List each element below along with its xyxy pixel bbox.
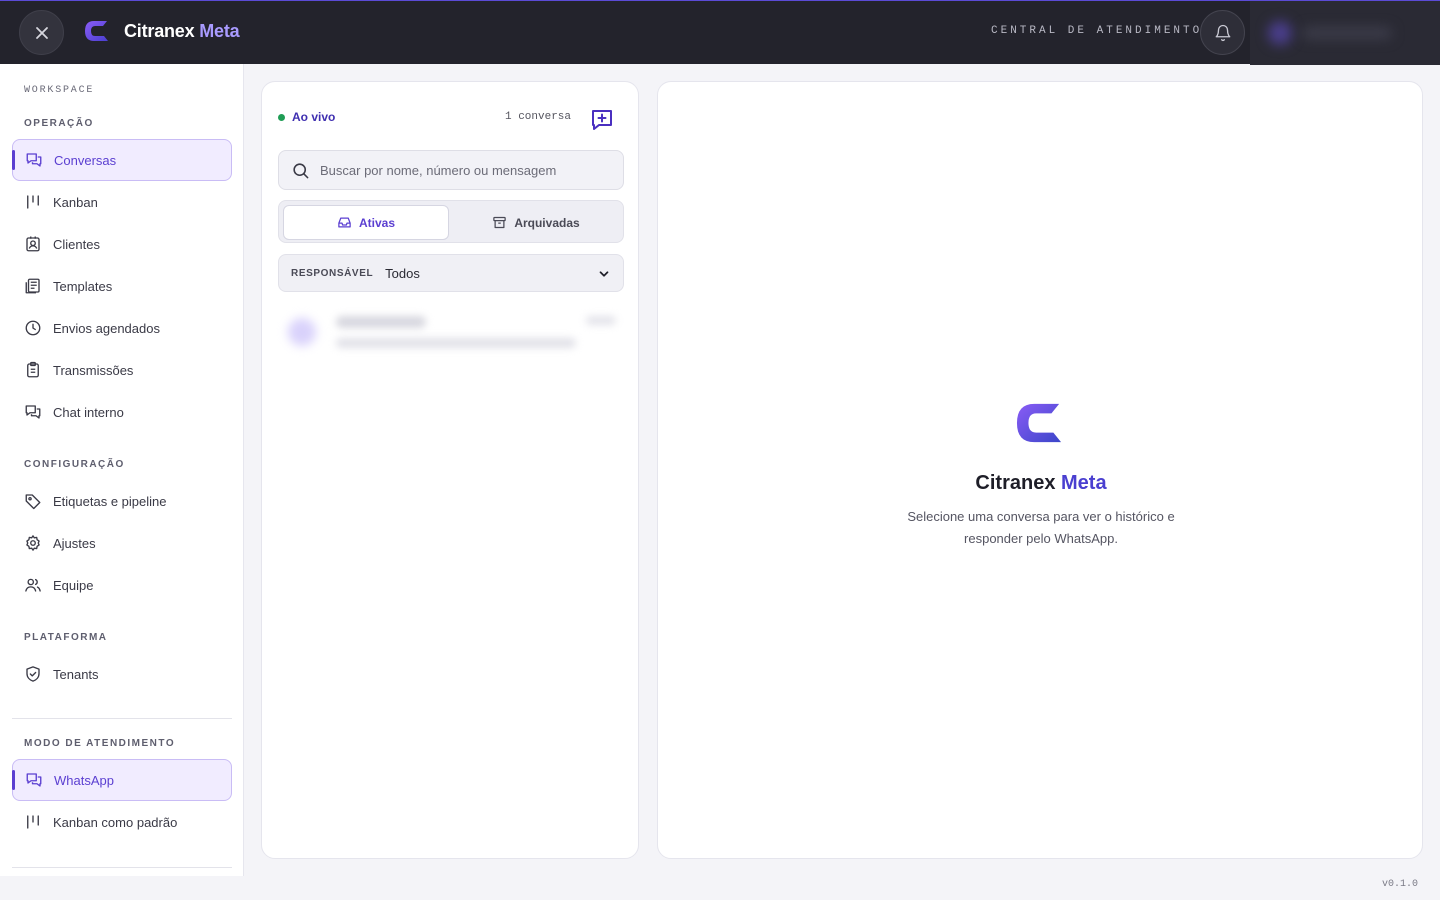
clock-icon	[25, 320, 41, 336]
section-label-operacao: OPERAÇÃO	[24, 118, 94, 129]
bell-icon	[1215, 24, 1230, 41]
conversation-name-blurred	[336, 316, 426, 328]
list-item[interactable]	[278, 308, 624, 364]
workspace-label: WORKSPACE	[24, 85, 95, 96]
brand-logo-icon	[85, 21, 108, 41]
sidebar-item-label: Clientes	[53, 236, 100, 252]
sidebar-item-clientes[interactable]: Clientes	[12, 223, 232, 265]
sidebar-divider	[12, 867, 232, 868]
kanban-icon	[27, 815, 39, 829]
brand: Citranex Meta	[83, 19, 240, 43]
new-message-icon	[592, 110, 612, 130]
sidebar-item-label: Conversas	[54, 152, 117, 168]
sidebar-item-kanban[interactable]: Kanban	[12, 181, 232, 223]
sidebar-item-equipe[interactable]: Equipe	[12, 564, 232, 606]
sidebar-item-ajustes[interactable]: Ajustes	[12, 522, 232, 564]
tab-arquivadas[interactable]: Arquivadas	[453, 205, 619, 240]
conversation-preview-blurred	[336, 338, 576, 348]
user-name-blurred	[1302, 27, 1392, 39]
conversation-time-blurred	[586, 316, 616, 325]
search-icon	[293, 162, 309, 178]
section-label-modo-atendimento: MODO DE ATENDIMENTO	[24, 738, 176, 749]
sidebar-item-conversas[interactable]: Conversas	[12, 139, 232, 181]
sidebar-item-label: Transmissões	[53, 362, 134, 378]
notifications-button[interactable]	[1200, 10, 1245, 55]
avatar	[288, 318, 316, 346]
sidebar-item-label: Ajustes	[53, 535, 96, 551]
close-button[interactable]	[19, 10, 64, 55]
live-indicator: Ao vivo	[278, 110, 335, 124]
conversation-detail-panel: Citranex Meta Selecione uma conversa par…	[657, 81, 1423, 859]
conversation-tabs: Ativas Arquivadas	[278, 200, 624, 243]
brand-logo-icon	[1016, 403, 1062, 443]
kanban-icon	[27, 195, 39, 209]
sidebar-item-tenants[interactable]: Tenants	[12, 653, 232, 695]
sidebar-item-label: Etiquetas e pipeline	[53, 493, 167, 509]
user-profile-menu[interactable]	[1250, 1, 1440, 65]
section-label-configuracao: CONFIGURAÇÃO	[24, 459, 125, 470]
conversation-count: 1 conversa	[505, 111, 572, 123]
contact-icon	[26, 236, 40, 252]
inbox-icon	[338, 217, 351, 228]
sidebar-item-label: Tenants	[53, 666, 99, 682]
chat-icon	[26, 773, 42, 787]
gear-icon	[26, 535, 40, 551]
live-label: Ao vivo	[292, 110, 336, 124]
chat-icon	[26, 153, 42, 167]
top-bar: Citranex Meta CENTRAL DE ATENDIMENTO	[0, 0, 1440, 65]
sidebar-item-label: WhatsApp	[54, 772, 114, 788]
conversation-list-panel: Ao vivo 1 conversa Ativas Arquivadas RES…	[261, 81, 639, 859]
brand-main-text: Citranex	[124, 20, 195, 41]
responsavel-label: RESPONSÁVEL	[291, 267, 374, 279]
tab-label: Ativas	[358, 215, 396, 230]
search-bar	[278, 150, 624, 190]
responsavel-value: Todos	[385, 265, 420, 281]
sidebar-item-envios-agendados[interactable]: Envios agendados	[12, 307, 232, 349]
search-input[interactable]	[320, 162, 610, 178]
tab-ativas[interactable]: Ativas	[283, 205, 449, 240]
responsavel-filter[interactable]: RESPONSÁVEL Todos	[278, 254, 624, 292]
sidebar-item-transmissoes[interactable]: Transmissões	[12, 349, 232, 391]
clipboard-icon	[27, 361, 39, 378]
sidebar-item-label: Envios agendados	[53, 320, 160, 336]
new-conversation-button[interactable]	[590, 108, 614, 132]
shield-icon	[26, 666, 40, 682]
section-label-plataforma: PLATAFORMA	[24, 632, 108, 643]
chevron-down-icon	[599, 271, 609, 277]
sidebar: WORKSPACE OPERAÇÃO Conversas Kanban Clie…	[0, 64, 244, 876]
empty-state-description: Selecione uma conversa para ver o histór…	[907, 509, 1175, 546]
tag-icon	[25, 494, 41, 510]
sidebar-item-label: Equipe	[53, 577, 94, 593]
empty-title-main: Citranex	[975, 472, 1056, 494]
empty-state-title: Citranex Meta	[658, 472, 1424, 495]
sidebar-item-whatsapp[interactable]: WhatsApp	[12, 759, 232, 801]
live-dot	[278, 113, 285, 121]
chat-icon	[25, 405, 41, 419]
close-icon	[35, 26, 48, 39]
version-label: v0.1.0	[1382, 879, 1419, 890]
empty-title-accent: Meta	[1061, 472, 1107, 494]
sidebar-item-chat-interno[interactable]: Chat interno	[12, 391, 232, 433]
central-label: CENTRAL DE ATENDIMENTO	[991, 25, 1203, 37]
brand-name: Citranex Meta	[124, 20, 240, 42]
sidebar-item-etiquetas[interactable]: Etiquetas e pipeline	[12, 480, 232, 522]
brand-accent-text: Meta	[199, 20, 240, 41]
sidebar-item-templates[interactable]: Templates	[12, 265, 232, 307]
sidebar-item-label: Kanban	[53, 194, 98, 210]
sidebar-divider	[12, 718, 232, 719]
sidebar-item-kanban-padrao[interactable]: Kanban como padrão	[12, 801, 232, 843]
sidebar-item-label: Templates	[53, 278, 113, 294]
tab-label: Arquivadas	[514, 215, 580, 230]
templates-icon	[25, 278, 40, 294]
users-icon	[25, 578, 41, 592]
archive-icon	[493, 216, 507, 229]
sidebar-item-label: Kanban como padrão	[53, 814, 178, 830]
sidebar-item-label: Chat interno	[53, 404, 124, 420]
avatar	[1268, 21, 1292, 45]
